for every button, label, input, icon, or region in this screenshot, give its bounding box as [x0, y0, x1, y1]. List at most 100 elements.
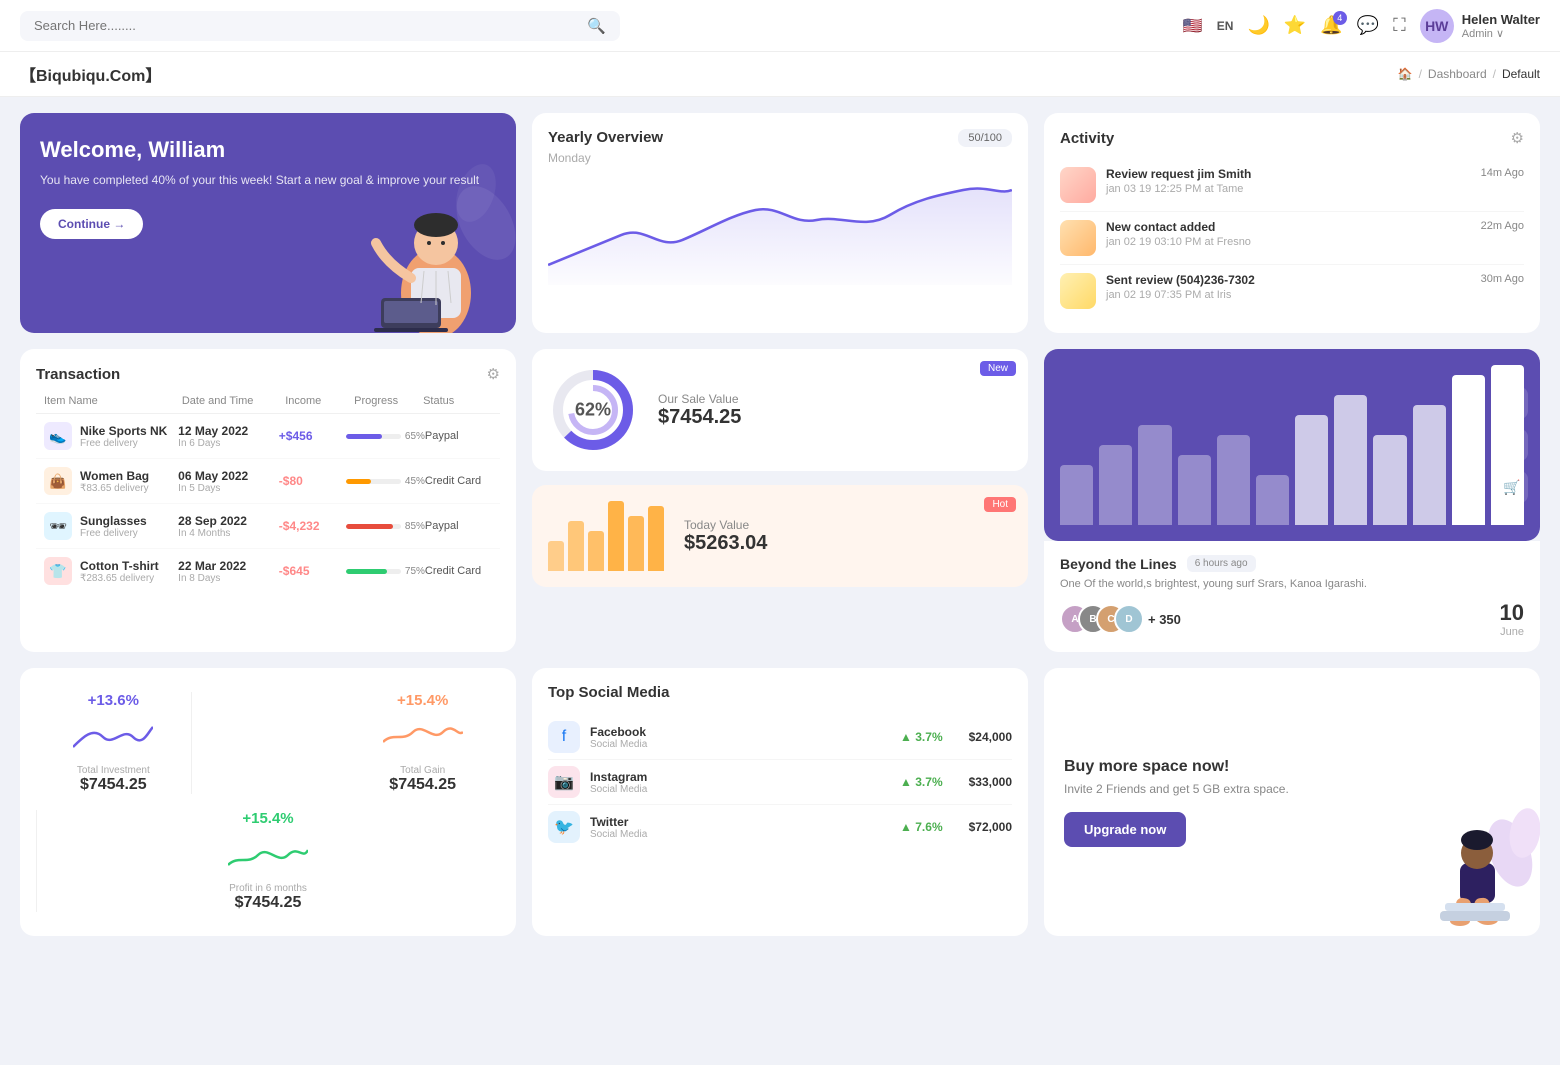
- today-info: Today Value $5263.04: [684, 518, 1012, 555]
- stat-val-0: $7454.25: [80, 776, 147, 794]
- brand-logo[interactable]: 【Biqubiqu.Com】: [20, 62, 161, 86]
- transaction-gear-icon[interactable]: ⚙: [487, 365, 500, 383]
- status-0: Paypal: [425, 430, 492, 442]
- chart-action-3[interactable]: 🛒: [1496, 471, 1528, 503]
- dark-mode-icon[interactable]: 🌙: [1247, 15, 1269, 36]
- sale-info: Our Sale Value $7454.25: [658, 392, 1012, 429]
- bar-4: [1217, 435, 1250, 525]
- bar-8: [1373, 435, 1406, 525]
- activity-gear-icon[interactable]: ⚙: [1511, 129, 1524, 147]
- social-name-ig: Instagram Social Media: [590, 770, 890, 795]
- nav-right: 🇺🇸 EN 🌙 ⭐ 🔔4 💬 ⛶ HW Helen Walter Admin ∨: [1183, 9, 1540, 43]
- facebook-icon: f: [548, 721, 580, 753]
- stat-pct-0: +13.6%: [88, 692, 139, 709]
- search-bar[interactable]: 🔍: [20, 11, 620, 41]
- date-col-0: 12 May 2022 In 6 Days: [178, 424, 279, 449]
- activity-item-2: Sent review (504)236-7302 jan 02 19 07:3…: [1060, 265, 1524, 317]
- social-media-card: Top Social Media f Facebook Social Media…: [532, 668, 1028, 936]
- bar-0: [1060, 465, 1093, 525]
- activity-title-0: Review request jim Smith: [1106, 167, 1471, 181]
- social-name-tw: Twitter Social Media: [590, 815, 890, 840]
- stats-inner: +13.6% Total Investment $7454.25 +15.4% …: [36, 684, 500, 920]
- continue-button[interactable]: Continue →: [40, 209, 143, 239]
- activity-title: Activity: [1060, 130, 1114, 147]
- new-badge: New: [980, 361, 1016, 376]
- bars-wrap: [1060, 365, 1524, 525]
- user-avatar-wrap[interactable]: HW Helen Walter Admin ∨: [1420, 9, 1540, 43]
- item-sub-1: ₹83.65 delivery: [80, 483, 149, 494]
- item-name-3: Cotton T-shirt: [80, 559, 159, 573]
- chart-action-1[interactable]: ↗: [1496, 387, 1528, 419]
- status-3: Credit Card: [425, 565, 492, 577]
- date-col-3: 22 Mar 2022 In 8 Days: [178, 559, 279, 584]
- bar-chart-card: ↗ ⚙ 🛒: [1044, 349, 1540, 541]
- upgrade-button[interactable]: Upgrade now: [1064, 812, 1186, 847]
- beyond-plus-count: + 350: [1148, 612, 1181, 627]
- welcome-illustration: [356, 113, 516, 333]
- social-row-ig: 📷 Instagram Social Media ▲ 3.7% $33,000: [548, 760, 1012, 805]
- upgrade-illustration: [1410, 803, 1540, 936]
- income-1: -$80: [279, 474, 346, 488]
- table-row: 👜 Women Bag ₹83.65 delivery 06 May 2022 …: [36, 459, 500, 504]
- activity-info-1: New contact added jan 02 19 03:10 PM at …: [1106, 220, 1471, 248]
- twitter-icon: 🐦: [548, 811, 580, 843]
- today-value-card: Hot Today Value $5263.04: [532, 485, 1028, 587]
- activity-info-0: Review request jim Smith jan 03 19 12:25…: [1106, 167, 1471, 195]
- upgrade-sub: Invite 2 Friends and get 5 GB extra spac…: [1064, 782, 1520, 796]
- bell-icon[interactable]: 🔔4: [1320, 15, 1342, 36]
- item-info-2: Sunglasses Free delivery: [80, 514, 147, 539]
- activity-time-2: 30m Ago: [1481, 273, 1524, 285]
- breadcrumb-dashboard[interactable]: Dashboard: [1428, 67, 1487, 81]
- instagram-icon: 📷: [548, 766, 580, 798]
- item-info-3: Cotton T-shirt ₹283.65 delivery: [80, 559, 159, 584]
- transaction-title: Transaction: [36, 366, 120, 383]
- donut-chart: 62%: [548, 365, 638, 455]
- activity-title-2: Sent review (504)236-7302: [1106, 273, 1471, 287]
- status-1: Credit Card: [425, 475, 492, 487]
- progress-1: 45%: [346, 476, 425, 487]
- item-sub-2: Free delivery: [80, 528, 147, 539]
- activity-info-2: Sent review (504)236-7302 jan 02 19 07:3…: [1106, 273, 1471, 301]
- stat-divider-1: [36, 810, 37, 912]
- fullscreen-icon[interactable]: ⛶: [1393, 15, 1406, 36]
- sale-label: Our Sale Value: [658, 392, 1012, 406]
- income-3: -$645: [279, 564, 346, 578]
- welcome-card: Welcome, William You have completed 40% …: [20, 113, 516, 333]
- progress-2: 85%: [346, 521, 425, 532]
- progress-3: 75%: [346, 566, 425, 577]
- stat-val-2: $7454.25: [235, 894, 302, 912]
- yearly-badge: 50/100: [958, 129, 1012, 147]
- table-row: 👕 Cotton T-shirt ₹283.65 delivery 22 Mar…: [36, 549, 500, 593]
- barchart-actions: ↗ ⚙ 🛒: [1496, 387, 1528, 503]
- stat-item-2: +15.4% Profit in 6 months $7454.25: [191, 802, 346, 920]
- chart-action-2[interactable]: ⚙: [1496, 429, 1528, 461]
- language-label[interactable]: EN: [1217, 19, 1234, 33]
- social-row-tw: 🐦 Twitter Social Media ▲ 7.6% $72,000: [548, 805, 1012, 849]
- bar-10: [1452, 375, 1485, 525]
- activity-sub-1: jan 02 19 03:10 PM at Fresno: [1106, 236, 1471, 248]
- col-item-name: Item Name: [44, 395, 182, 407]
- search-input[interactable]: [34, 18, 579, 33]
- upgrade-title: Buy more space now!: [1064, 758, 1520, 776]
- activity-item-1: New contact added jan 02 19 03:10 PM at …: [1060, 212, 1524, 265]
- stat-label-0: Total Investment: [77, 765, 150, 776]
- activity-time-1: 22m Ago: [1481, 220, 1524, 232]
- activity-avatar-2: [1060, 273, 1096, 309]
- bar-6: [1295, 415, 1328, 525]
- search-icon: 🔍: [587, 17, 606, 35]
- item-icon-2: 🕶: [44, 512, 72, 540]
- star-icon[interactable]: ⭐: [1284, 15, 1306, 36]
- chat-icon[interactable]: 💬: [1357, 15, 1379, 36]
- item-name-0: Nike Sports NK: [80, 424, 167, 438]
- item-icon-1: 👜: [44, 467, 72, 495]
- ig-pct: ▲ 3.7%: [900, 775, 943, 789]
- bar-1: [1099, 445, 1132, 525]
- home-icon[interactable]: 🏠: [1398, 67, 1413, 81]
- item-sub-0: Free delivery: [80, 438, 167, 449]
- user-role: Admin ∨: [1462, 27, 1540, 40]
- social-row-fb: f Facebook Social Media ▲ 3.7% $24,000: [548, 715, 1012, 760]
- breadcrumb-bar: 【Biqubiqu.Com】 🏠 / Dashboard / Default: [0, 52, 1560, 97]
- beyond-sub: One Of the world,s brightest, young surf…: [1060, 578, 1524, 590]
- item-icon-3: 👕: [44, 557, 72, 585]
- stat-val-1: $7454.25: [389, 776, 456, 794]
